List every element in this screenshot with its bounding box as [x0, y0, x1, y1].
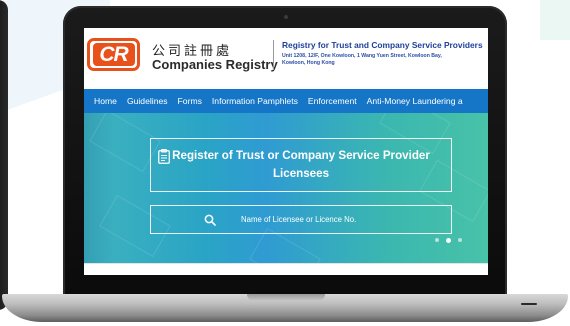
carousel-dot-3[interactable] — [458, 238, 462, 242]
site-header: CR 公司註冊處 Companies Registry Registry for… — [84, 28, 488, 84]
background-decoration-right — [540, 0, 570, 40]
laptop-screen: CR 公司註冊處 Companies Registry Registry for… — [84, 28, 488, 275]
status-led — [521, 303, 537, 305]
main-nav: Home Guidelines Forms Information Pamphl… — [84, 89, 488, 113]
carousel-dot-1[interactable] — [435, 238, 439, 242]
cr-logo-mark: CR — [92, 43, 135, 66]
carousel-dot-2-active[interactable] — [446, 237, 451, 243]
nav-item-guidelines[interactable]: Guidelines — [127, 96, 168, 106]
nav-item-forms[interactable]: Forms — [178, 96, 202, 106]
header-divider — [273, 40, 274, 70]
registry-title: Registry for Trust and Company Service P… — [282, 40, 483, 50]
webcam-icon — [284, 15, 288, 19]
registry-address-line2: Kowloon, Hong Kong — [282, 60, 335, 66]
registry-address-line1: Unit 1208, 12/F, One Kowloon, 1 Wang Yue… — [282, 53, 442, 59]
nav-item-home[interactable]: Home — [94, 96, 117, 106]
nav-item-anti-money-laundering[interactable]: Anti-Money Laundering a — [367, 96, 463, 106]
adjacent-device-bezel — [0, 0, 8, 310]
register-title: Register of Trust or Company Service Pro… — [172, 149, 430, 180]
nav-item-information-pamphlets[interactable]: Information Pamphlets — [212, 96, 298, 106]
laptop-opening-notch — [247, 294, 325, 301]
page-content-start — [84, 263, 488, 275]
clipboard-icon — [158, 149, 170, 164]
search-placeholder: Name of Licensee or Licence No. — [241, 215, 357, 224]
logo-name-english: Companies Registry — [152, 57, 278, 72]
nav-item-enforcement[interactable]: Enforcement — [308, 96, 357, 106]
search-icon — [204, 214, 216, 226]
laptop-base — [2, 294, 568, 322]
cr-logo[interactable]: CR — [87, 38, 140, 71]
licensee-search-input[interactable]: Name of Licensee or Licence No. — [150, 205, 452, 234]
carousel-dots — [435, 237, 462, 243]
hero-banner: Register of Trust or Company Service Pro… — [84, 113, 488, 263]
register-title-box[interactable]: Register of Trust or Company Service Pro… — [150, 138, 452, 192]
